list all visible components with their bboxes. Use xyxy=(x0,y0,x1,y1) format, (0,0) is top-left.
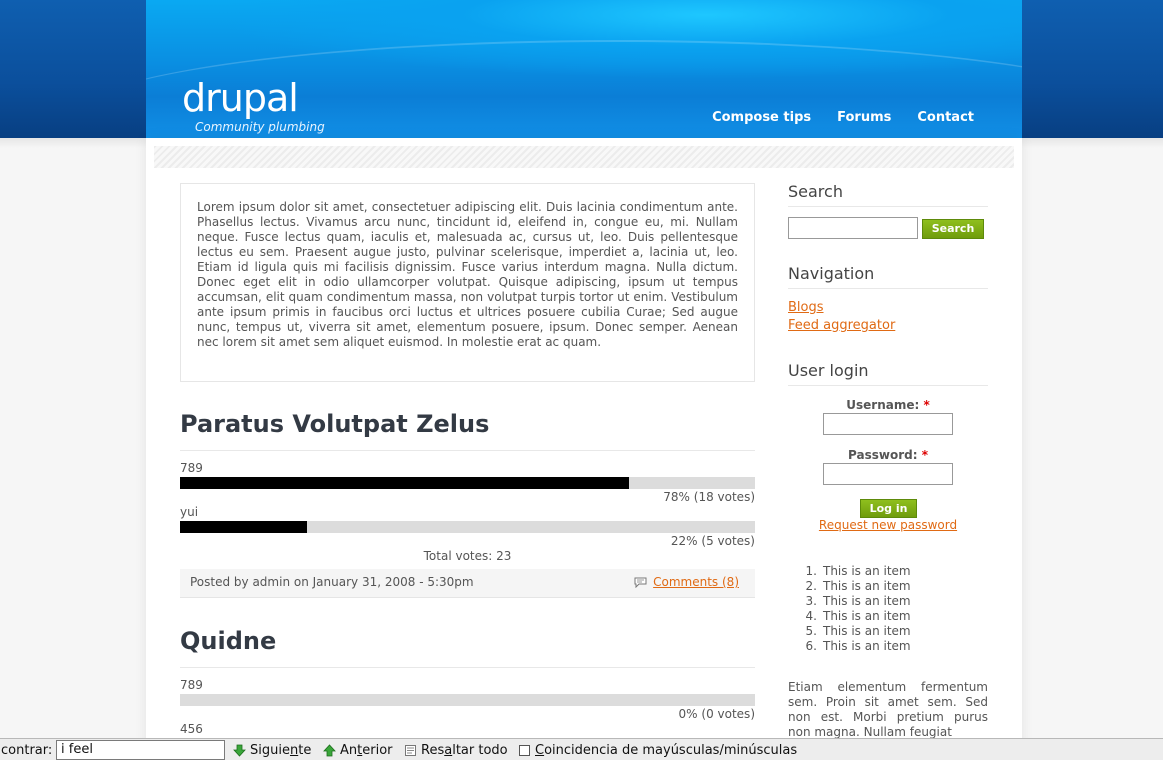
username-field[interactable] xyxy=(823,413,953,435)
list-item: 3. This is an item xyxy=(805,594,911,608)
node-links-row: Posted by admin on January 31, 2008 - 5:… xyxy=(180,569,755,598)
find-next-button[interactable]: Siguiente xyxy=(233,743,311,758)
block-divider xyxy=(788,385,988,386)
match-case-label: Coincidencia de mayúsculas/minúsculas xyxy=(535,743,798,758)
comments-link-wrapper: Comments (8) xyxy=(634,575,739,589)
find-previous-label: Anterior xyxy=(340,743,393,758)
submitted-info: Posted by admin on January 31, 2008 - 5:… xyxy=(190,575,474,589)
poll-title-quidne[interactable]: Quidne xyxy=(180,627,276,655)
password-field[interactable] xyxy=(823,463,953,485)
page-content: Lorem ipsum dolor sit amet, consectetuer… xyxy=(146,138,1022,760)
login-button[interactable]: Log in xyxy=(860,499,917,518)
item-list: 1. This is an item 2. This is an item 3. Th… xyxy=(802,564,911,654)
find-toolbar: contrar: i feel Siguiente Anterior Resal… xyxy=(0,738,1163,760)
primary-link-compose-tips[interactable]: Compose tips xyxy=(712,110,811,125)
poll-choice-label: yui xyxy=(180,505,199,519)
arrow-down-icon xyxy=(233,744,246,757)
search-input[interactable] xyxy=(788,217,918,239)
poll-choice-label: 789 xyxy=(180,461,203,475)
browser-viewport: drupal Community plumbing Compose tips F… xyxy=(0,0,1163,760)
find-next-label: Siguiente xyxy=(250,743,312,758)
primary-link-contact[interactable]: Contact xyxy=(917,110,974,125)
list-item: 2. This is an item xyxy=(805,579,911,593)
poll-choice-label: 456 xyxy=(180,722,203,736)
primary-links: Compose tips Forums Contact xyxy=(712,110,974,125)
nav-link-feed-aggregator[interactable]: Feed aggregator xyxy=(788,318,895,333)
sidebar-text-block: Etiam elementum fermentum sem. Proin sit… xyxy=(788,680,988,739)
poll-bar-fill xyxy=(180,477,629,489)
password-label: Password: * xyxy=(788,448,988,462)
list-item-text: This is an item xyxy=(823,609,911,623)
find-label: contrar: xyxy=(1,743,53,758)
highlight-all-button[interactable]: Resaltar todo xyxy=(404,743,508,758)
poll-percent: 0% (0 votes) xyxy=(678,707,755,721)
username-label: Username: * xyxy=(788,398,988,412)
username-label-text: Username: xyxy=(846,398,920,412)
match-case-checkbox[interactable]: Coincidencia de mayúsculas/minúsculas xyxy=(518,743,797,758)
arrow-up-icon xyxy=(323,744,336,757)
poll-percent: 78% (18 votes) xyxy=(663,490,755,504)
poll-choice-label: 789 xyxy=(180,678,203,692)
highlight-all-label: Resaltar todo xyxy=(421,743,508,758)
list-item: 1. This is an item xyxy=(805,564,911,578)
block-divider xyxy=(788,206,988,207)
poll-percent: 22% (5 votes) xyxy=(670,534,755,548)
list-item: 5. This is an item xyxy=(805,624,911,638)
poll-title-paratus[interactable]: Paratus Volutpat Zelus xyxy=(180,410,489,438)
mission-text: Lorem ipsum dolor sit amet, consectetuer… xyxy=(180,183,755,382)
poll-bar-track xyxy=(180,521,755,533)
checkbox-icon xyxy=(519,745,530,756)
block-divider xyxy=(788,288,988,289)
list-item-text: This is an item xyxy=(823,639,911,653)
title-divider xyxy=(180,667,755,668)
required-mark: * xyxy=(921,448,928,462)
list-item-text: This is an item xyxy=(823,564,911,578)
site-slogan: Community plumbing xyxy=(195,120,325,134)
nav-link-blogs[interactable]: Blogs xyxy=(788,300,824,315)
site-name-link[interactable]: drupal xyxy=(182,76,299,120)
title-divider xyxy=(180,450,755,451)
password-label-text: Password: xyxy=(848,448,918,462)
find-previous-button[interactable]: Anterior xyxy=(323,743,393,758)
list-item: 6. This is an item xyxy=(805,639,911,653)
list-item: 4. This is an item xyxy=(805,609,911,623)
search-button[interactable]: Search xyxy=(922,219,984,239)
required-mark: * xyxy=(923,398,930,412)
highlight-icon xyxy=(405,745,416,756)
list-item-text: This is an item xyxy=(823,594,911,608)
list-item-text: This is an item xyxy=(823,579,911,593)
request-password-link[interactable]: Request new password xyxy=(788,518,988,532)
poll-bar-fill xyxy=(180,521,307,533)
site-header: drupal Community plumbing Compose tips F… xyxy=(146,0,1022,138)
comments-link[interactable]: Comments (8) xyxy=(653,575,739,589)
list-item-text: This is an item xyxy=(823,624,911,638)
poll-bar-track xyxy=(180,477,755,489)
comment-icon xyxy=(634,577,647,588)
primary-link-forums[interactable]: Forums xyxy=(837,110,891,125)
block-title-search: Search xyxy=(788,182,843,201)
poll-bar-track xyxy=(180,694,755,706)
poll-total-votes: Total votes: 23 xyxy=(423,549,512,563)
block-title-user-login: User login xyxy=(788,361,869,380)
find-input[interactable]: i feel xyxy=(56,740,225,760)
block-title-navigation: Navigation xyxy=(788,264,875,283)
decorative-stripe xyxy=(154,146,1014,168)
